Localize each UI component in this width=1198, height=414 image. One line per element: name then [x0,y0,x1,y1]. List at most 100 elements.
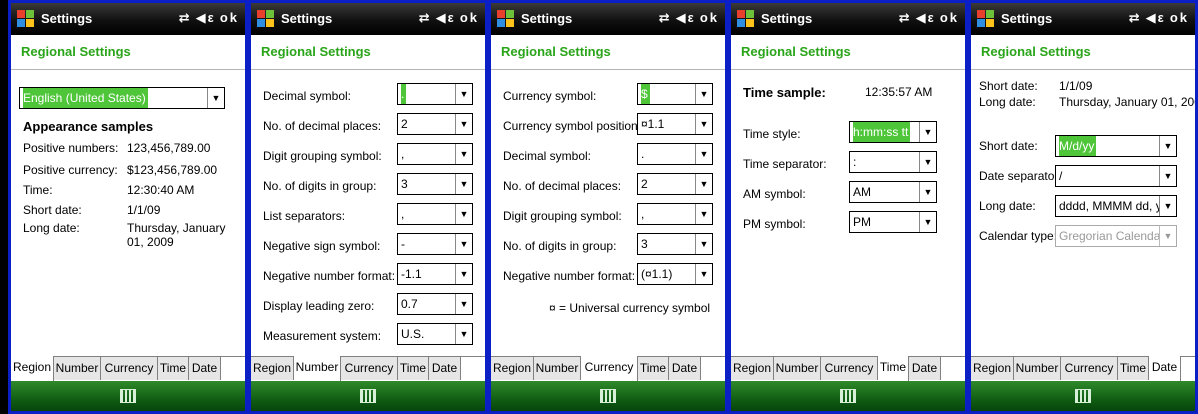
volume-icon[interactable]: ◀ε [1146,10,1166,26]
tab-strip: Region Number Currency Time Date [251,356,485,381]
negative-sign-dropdown[interactable]: - ▼ [397,233,473,255]
tab-currency[interactable]: Currency [1061,357,1118,380]
time-style-dropdown[interactable]: h:mm:ss tt ▼ [849,121,937,143]
setting-label: No. of digits in group: [503,239,617,253]
am-symbol-dropdown[interactable]: AM ▼ [849,181,937,203]
symbol-position-dropdown[interactable]: ¤1.1 ▼ [637,113,713,135]
title-bar: Settings ⇄ ◀ε ok [251,3,485,35]
tab-region[interactable]: Region [731,357,774,380]
list-separator-dropdown[interactable]: , ▼ [397,203,473,225]
tab-region[interactable]: Region [251,357,294,380]
setting-label: Digit grouping symbol: [503,209,622,223]
keyboard-icon[interactable] [1075,389,1091,403]
keyboard-icon[interactable] [360,389,376,403]
volume-icon[interactable]: ◀ε [916,10,936,26]
tab-number[interactable]: Number [54,357,101,380]
keyboard-icon[interactable] [600,389,616,403]
digits-in-group-dropdown[interactable]: 3 ▼ [637,233,713,255]
tab-number[interactable]: Number [774,357,821,380]
long-date-format-dropdown[interactable]: dddd, MMMM dd, y ▼ [1055,195,1177,217]
windows-start-icon[interactable] [977,10,995,28]
chevron-down-icon: ▼ [919,122,936,142]
ok-button[interactable]: ok [220,10,239,25]
ok-button[interactable]: ok [1170,10,1189,25]
tab-time[interactable]: Time [398,357,429,380]
dropdown-value: 2 [401,117,408,131]
tab-number[interactable]: Number [1014,357,1061,380]
windows-start-icon[interactable] [17,10,35,28]
tab-date[interactable]: Date [429,357,461,380]
setting-label: AM symbol: [743,187,806,201]
connectivity-icon[interactable]: ⇄ [419,10,432,26]
tab-currency[interactable]: Currency [101,357,158,380]
connectivity-icon[interactable]: ⇄ [659,10,672,26]
windows-start-icon[interactable] [737,10,755,28]
setting-label: Decimal symbol: [263,89,352,103]
tab-time[interactable]: Time [1118,357,1149,380]
soft-key-bar [971,381,1195,411]
tab-currency[interactable]: Currency [821,357,878,380]
connectivity-icon[interactable]: ⇄ [179,10,192,26]
ok-button[interactable]: ok [460,10,479,25]
decimal-symbol-dropdown[interactable]: . ▼ [637,143,713,165]
tab-date[interactable]: Date [669,357,701,380]
chevron-down-icon: ▼ [695,204,712,224]
leading-zero-dropdown[interactable]: 0.7 ▼ [397,293,473,315]
tab-region[interactable]: Region [11,356,54,381]
date-separator-dropdown[interactable]: / ▼ [1055,165,1177,187]
setting-label: Decimal symbol: [503,149,592,163]
windows-start-icon[interactable] [497,10,515,28]
tab-currency[interactable]: Currency [341,357,398,380]
dropdown-value: , [401,207,405,221]
tab-date[interactable]: Date [909,357,941,380]
volume-icon[interactable]: ◀ε [676,10,696,26]
measurement-dropdown[interactable]: U.S. ▼ [397,323,473,345]
ok-button[interactable]: ok [940,10,959,25]
tab-region[interactable]: Region [971,357,1014,380]
chevron-down-icon: ▼ [455,204,472,224]
windows-start-icon[interactable] [257,10,275,28]
setting-label: Time separator: [743,157,827,171]
currency-symbol-dropdown[interactable]: $ ▼ [637,83,713,105]
volume-icon[interactable]: ◀ε [436,10,456,26]
tab-currency[interactable]: Currency [581,356,638,381]
connectivity-icon[interactable]: ⇄ [1129,10,1142,26]
short-date-format-dropdown[interactable]: M/d/yy ▼ [1055,135,1177,157]
tab-time[interactable]: Time [158,357,189,380]
pm-symbol-dropdown[interactable]: PM ▼ [849,211,937,233]
decimal-symbol-dropdown[interactable]: . ▼ [397,83,473,105]
digits-in-group-dropdown[interactable]: 3 ▼ [397,173,473,195]
setting-label: Negative number format: [503,269,636,283]
grouping-symbol-dropdown[interactable]: , ▼ [397,143,473,165]
locale-dropdown[interactable]: English (United States) ▼ [19,87,225,109]
keyboard-icon[interactable] [120,389,136,403]
tab-time[interactable]: Time [878,356,909,381]
chevron-down-icon: ▼ [455,114,472,134]
keyboard-icon[interactable] [840,389,856,403]
setting-label: Digit grouping symbol: [263,149,382,163]
volume-icon[interactable]: ◀ε [196,10,216,26]
decimal-places-dropdown[interactable]: 2 ▼ [637,173,713,195]
negative-format-dropdown[interactable]: (¤1.1) ▼ [637,263,713,285]
long-date-sample-value: Thursday, January 01, 2009 [1059,95,1198,109]
tab-number[interactable]: Number [294,356,341,381]
header-divider [251,69,485,70]
grouping-symbol-dropdown[interactable]: , ▼ [637,203,713,225]
dropdown-value: : [853,155,857,169]
connectivity-icon[interactable]: ⇄ [899,10,912,26]
decimal-places-dropdown[interactable]: 2 ▼ [397,113,473,135]
locale-value: English (United States) [23,88,148,108]
sample-label: Time: [23,183,53,197]
tab-time[interactable]: Time [638,357,669,380]
tab-number[interactable]: Number [534,357,581,380]
dropdown-value: AM [853,185,871,199]
soft-key-bar [491,381,725,411]
tab-region[interactable]: Region [491,357,534,380]
tab-date[interactable]: Date [1149,356,1181,381]
time-separator-dropdown[interactable]: : ▼ [849,151,937,173]
negative-format-dropdown[interactable]: -1.1 ▼ [397,263,473,285]
tab-date[interactable]: Date [189,357,221,380]
ok-button[interactable]: ok [700,10,719,25]
dropdown-value: 0.7 [401,297,418,311]
currency-symbol-note: ¤ = Universal currency symbol [549,301,711,315]
